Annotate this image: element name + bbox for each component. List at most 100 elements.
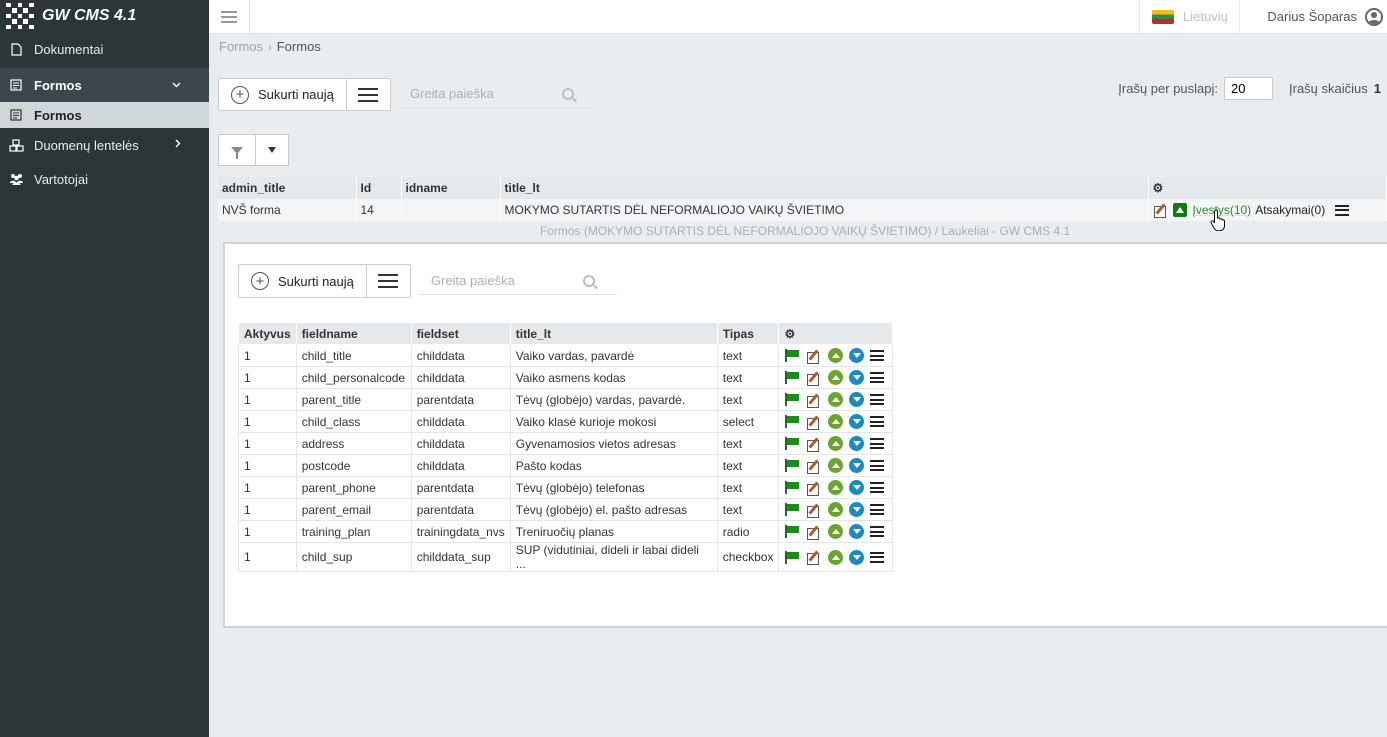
filter-dropdown-button[interactable] — [256, 135, 288, 165]
table-row[interactable]: 1 child_personalcode childdata Vaiko asmens… — [238, 366, 894, 389]
search-input[interactable] — [398, 86, 558, 101]
row-menu-icon[interactable] — [870, 394, 885, 405]
table-row[interactable]: 1 training_plan trainingdata_nvs Treniruoči… — [238, 520, 894, 543]
move-down-icon[interactable] — [849, 436, 865, 451]
move-down-icon[interactable] — [849, 370, 865, 385]
column-header[interactable]: Tipas — [716, 322, 780, 345]
table-row[interactable]: 1 child_sup childdata_sup SUP (vidutiniai, … — [238, 542, 894, 572]
edit-icon[interactable] — [806, 437, 822, 452]
flag-icon[interactable] — [784, 437, 800, 450]
flag-icon[interactable] — [784, 371, 800, 384]
edit-icon[interactable] — [806, 349, 822, 364]
move-up-icon[interactable] — [828, 480, 844, 495]
sidebar-item-vartotojai[interactable]: Vartotojai — [0, 162, 209, 196]
move-down-icon[interactable] — [849, 414, 865, 429]
move-down-icon[interactable] — [849, 502, 865, 517]
row-menu-icon[interactable] — [870, 372, 885, 383]
sidebar-subitem-formos[interactable]: Formos — [0, 102, 209, 128]
sidebar-item-dokumentai[interactable]: Dokumentai — [0, 32, 209, 66]
move-up-icon[interactable] — [828, 549, 844, 565]
flag-icon[interactable] — [784, 393, 800, 406]
edit-icon[interactable] — [1153, 203, 1169, 218]
edit-icon[interactable] — [806, 393, 822, 408]
cell-type: text — [716, 454, 780, 477]
move-up-icon[interactable] — [828, 502, 844, 517]
row-menu-icon[interactable] — [870, 416, 885, 427]
table-row[interactable]: 1 child_class childdata Vaiko klasė kurioje… — [238, 410, 894, 433]
move-up-icon[interactable] — [828, 524, 844, 539]
move-down-icon[interactable] — [849, 392, 865, 407]
search-icon[interactable] — [583, 274, 595, 287]
row-menu-icon[interactable] — [870, 482, 885, 493]
table-row[interactable]: 1 parent_phone parentdata Tėvų (globėjo) te… — [238, 476, 894, 499]
panel-bulk-menu-button[interactable] — [367, 265, 410, 297]
menu-toggle-button[interactable] — [209, 0, 250, 33]
row-menu-icon[interactable] — [870, 350, 885, 361]
edit-icon[interactable] — [806, 503, 822, 518]
move-up-icon[interactable] — [828, 458, 844, 473]
search-icon[interactable] — [562, 87, 574, 100]
row-menu-icon[interactable] — [870, 551, 885, 563]
sidebar-item-formos[interactable]: Formos — [0, 68, 209, 102]
move-down-icon[interactable] — [849, 524, 865, 539]
row-menu-icon[interactable] — [870, 438, 885, 449]
user-menu[interactable]: Darius Šoparas — [1267, 0, 1387, 33]
row-menu-icon[interactable] — [870, 460, 885, 471]
flag-icon[interactable] — [784, 415, 800, 428]
edit-icon[interactable] — [806, 525, 822, 540]
edit-icon[interactable] — [806, 371, 822, 386]
bulk-menu-button[interactable] — [347, 79, 390, 110]
column-header[interactable]: fieldname — [295, 322, 412, 345]
panel-search-input[interactable] — [419, 273, 579, 288]
row-menu-icon[interactable] — [870, 504, 885, 515]
table-row[interactable]: 1 address childdata Gyvenamosios vietos adr… — [238, 432, 894, 455]
column-header[interactable]: Aktyvus — [238, 322, 297, 345]
flag-icon[interactable] — [784, 503, 800, 516]
cell-title-lt: Gyvenamosios vietos adresas — [509, 432, 718, 455]
move-up-icon[interactable] — [828, 348, 844, 363]
gear-icon[interactable]: ⚙ — [784, 327, 795, 341]
gear-icon[interactable]: ⚙ — [1153, 181, 1164, 195]
flag-icon[interactable] — [784, 550, 800, 564]
flag-icon[interactable] — [784, 525, 800, 538]
edit-icon[interactable] — [806, 459, 822, 474]
column-header[interactable]: title_lt — [500, 177, 1149, 199]
move-up-icon[interactable] — [828, 392, 844, 407]
answers-link[interactable]: Atsakymai(0) — [1255, 203, 1325, 217]
edit-icon[interactable] — [806, 415, 822, 430]
breadcrumb-root[interactable]: Formos — [219, 39, 263, 54]
flag-icon[interactable] — [784, 459, 800, 472]
avatar-icon — [1365, 7, 1383, 26]
column-header[interactable]: admin_title — [218, 177, 357, 199]
table-row[interactable]: 1 child_title childdata Vaiko vardas, pavar… — [238, 344, 894, 367]
move-down-icon[interactable] — [849, 549, 865, 565]
panel-create-new-button[interactable]: + Sukurti naują — [239, 265, 367, 297]
perpage-input[interactable] — [1224, 77, 1274, 100]
brand[interactable]: GW CMS 4.1 — [0, 0, 209, 32]
move-up-icon[interactable] — [828, 414, 844, 429]
sidebar-item-duomenu-lenteles[interactable]: Duomenų lentelės — [0, 128, 209, 162]
row-actions — [778, 498, 894, 521]
row-menu-icon[interactable] — [870, 526, 885, 537]
table-row[interactable]: 1 postcode childdata Pašto kodas text — [238, 454, 894, 477]
column-header[interactable]: Id — [356, 177, 402, 199]
edit-icon[interactable] — [806, 481, 822, 496]
table-row[interactable]: 1 parent_title parentdata Tėvų (globėjo) va… — [238, 388, 894, 411]
column-header[interactable]: title_lt — [509, 322, 718, 345]
move-down-icon[interactable] — [849, 458, 865, 473]
edit-icon[interactable] — [806, 550, 822, 565]
language-selector[interactable]: Lietuvių — [1139, 0, 1240, 33]
filter-button[interactable] — [219, 135, 256, 165]
column-header[interactable]: fieldset — [410, 322, 511, 345]
move-down-icon[interactable] — [849, 480, 865, 495]
create-new-button[interactable]: + Sukurti naują — [219, 79, 347, 110]
flag-icon[interactable] — [784, 481, 800, 494]
move-up-icon[interactable] — [828, 370, 844, 385]
column-header[interactable]: idname — [401, 177, 501, 199]
table-row[interactable]: 1 parent_email parentdata Tėvų (globėjo) el… — [238, 498, 894, 521]
move-down-icon[interactable] — [849, 348, 865, 363]
move-up-icon[interactable] — [828, 436, 844, 451]
flag-icon[interactable] — [784, 349, 800, 362]
fields-icon[interactable] — [1172, 203, 1187, 217]
row-menu-icon[interactable] — [1335, 204, 1350, 216]
